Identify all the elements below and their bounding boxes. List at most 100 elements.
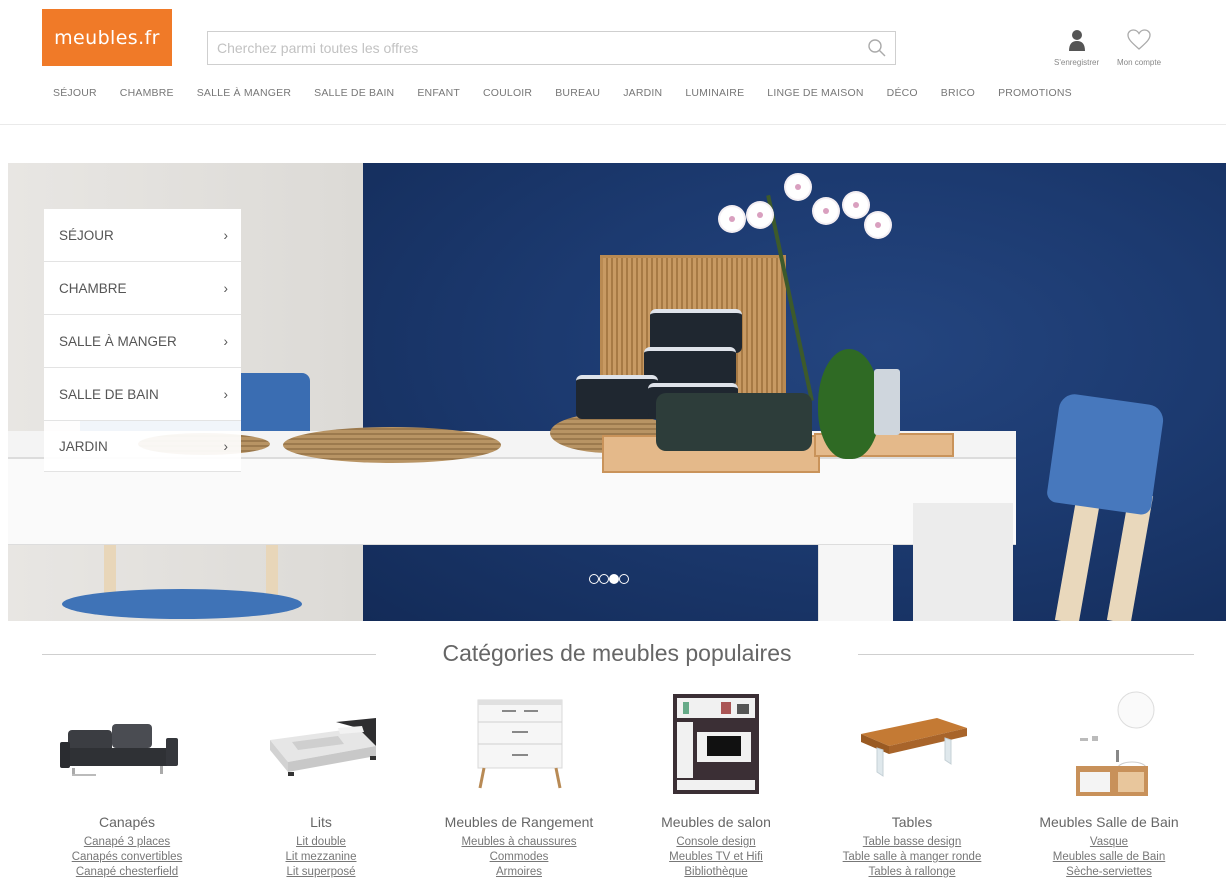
hero-chair-back <box>1045 392 1166 516</box>
category-link[interactable]: Meubles à chaussures <box>424 835 614 850</box>
category-link[interactable]: Lit mezzanine <box>226 850 416 865</box>
hero-placemat <box>283 427 501 463</box>
category-meubles-de-rangement: Meubles de Rangement Meubles à chaussure… <box>424 688 614 880</box>
nav-item-salle-de-bain[interactable]: SALLE DE BAIN <box>314 87 394 99</box>
category-name: Meubles de salon <box>661 814 771 830</box>
category-lits: Lits Lit double Lit mezzanine Lit superp… <box>226 688 416 880</box>
nav-item-bureau[interactable]: BUREAU <box>555 87 600 99</box>
nav-item-luminaire[interactable]: LUMINAIRE <box>685 87 744 99</box>
category-link[interactable]: Lit double <box>226 835 416 850</box>
hero-menu-label: CHAMBRE <box>59 280 127 296</box>
tv-unit-image[interactable] <box>621 688 811 798</box>
category-link[interactable]: Meubles TV et Hifi <box>621 850 811 865</box>
hero-menu-item-chambre[interactable]: CHAMBRE › <box>44 262 241 315</box>
carousel-dot[interactable] <box>589 574 599 584</box>
category-link[interactable]: Console design <box>621 835 811 850</box>
carousel-dots <box>589 574 629 584</box>
bed-icon <box>270 718 376 776</box>
carousel-dot[interactable] <box>599 574 609 584</box>
category-name: Tables <box>891 814 933 830</box>
hero-menu-item-jardin[interactable]: JARDIN › <box>44 421 241 472</box>
bathroom-icon <box>1076 691 1155 796</box>
hero-menu-item-salle-a-manger[interactable]: SALLE À MANGER › <box>44 315 241 368</box>
hero-orchid-flower <box>814 199 838 223</box>
category-name: Meubles de Rangement <box>444 814 594 830</box>
category-name: Canapés <box>98 814 156 830</box>
nav-item-brico[interactable]: BRICO <box>941 87 975 99</box>
nav-item-enfant[interactable]: ENFANT <box>417 87 460 99</box>
nav-item-salle-a-manger[interactable]: SALLE À MANGER <box>197 87 291 99</box>
hero-menu-item-sejour[interactable]: SÉJOUR › <box>44 209 241 262</box>
hero-orchid-flower <box>748 203 772 227</box>
search-input[interactable] <box>208 32 848 64</box>
category-link[interactable]: Tables à rallonge <box>817 865 1007 880</box>
categories-title: Catégories de meubles populaires <box>442 640 792 666</box>
dresser-icon <box>477 699 563 789</box>
category-link[interactable]: Meubles salle de Bain <box>1014 850 1204 865</box>
category-name: Meubles Salle de Bain <box>1039 814 1179 830</box>
account-link[interactable]: Mon compte <box>1117 29 1161 67</box>
coffee-table-image[interactable] <box>817 688 1007 798</box>
hero-table-leg <box>913 503 1013 621</box>
nav-item-deco[interactable]: DÉCO <box>887 87 918 99</box>
category-link[interactable]: Table basse design <box>817 835 1007 850</box>
bed-image[interactable] <box>226 688 416 798</box>
coffee-table-icon <box>861 718 967 777</box>
chevron-right-icon: › <box>223 386 229 402</box>
tv-unit-icon <box>673 694 759 794</box>
hero-orchid-flower <box>844 193 868 217</box>
search-icon <box>868 39 886 57</box>
bathroom-image[interactable] <box>1014 688 1204 798</box>
sofa-image[interactable] <box>32 688 222 798</box>
hero-napkin <box>656 393 812 451</box>
hero-bowl <box>576 375 658 419</box>
category-meubles-salle-de-bain: Meubles Salle de Bain Vasque Meubles sal… <box>1014 688 1204 880</box>
category-tables: Tables Table basse design Table salle à … <box>817 688 1007 880</box>
nav-item-chambre[interactable]: CHAMBRE <box>120 87 174 99</box>
category-link[interactable]: Lit superposé <box>226 865 416 880</box>
hero-menu-item-salle-de-bain[interactable]: SALLE DE BAIN › <box>44 368 241 421</box>
chevron-right-icon: › <box>223 438 229 454</box>
sofa-icon <box>60 724 178 776</box>
nav-item-sejour[interactable]: SÉJOUR <box>53 87 97 99</box>
category-link[interactable]: Sèche-serviettes <box>1014 865 1204 880</box>
dresser-image[interactable] <box>424 688 614 798</box>
user-icon <box>1068 30 1085 51</box>
category-link[interactable]: Canapé chesterfield <box>32 865 222 880</box>
divider <box>42 654 376 655</box>
register-label: S'enregistrer <box>1054 58 1100 67</box>
chevron-right-icon: › <box>223 227 229 243</box>
category-meubles-de-salon: Meubles de salon Console design Meubles … <box>621 688 811 880</box>
category-link[interactable]: Armoires <box>424 865 614 880</box>
header-divider <box>0 124 1226 125</box>
register-link[interactable]: S'enregistrer <box>1054 29 1099 67</box>
nav-item-linge-de-maison[interactable]: LINGE DE MAISON <box>767 87 863 99</box>
hero-banner[interactable]: SÉJOUR › CHAMBRE › SALLE À MANGER › SALL… <box>8 163 1226 621</box>
hero-chair-seat <box>62 589 302 619</box>
carousel-dot[interactable] <box>619 574 629 584</box>
hero-menu-label: JARDIN <box>59 438 108 454</box>
category-link[interactable]: Vasque <box>1014 835 1204 850</box>
category-link[interactable]: Bibliothèque <box>621 865 811 880</box>
hero-orchid-flower <box>866 213 890 237</box>
nav-item-promotions[interactable]: PROMOTIONS <box>998 87 1072 99</box>
category-link[interactable]: Canapé 3 places <box>32 835 222 850</box>
category-canapes: Canapés Canapé 3 places Canapés converti… <box>32 688 222 880</box>
nav-item-couloir[interactable]: COULOIR <box>483 87 532 99</box>
nav-item-jardin[interactable]: JARDIN <box>623 87 662 99</box>
hero-menu-label: SÉJOUR <box>59 227 114 243</box>
hero-orchid-leaf <box>818 349 880 459</box>
chevron-right-icon: › <box>223 333 229 349</box>
hero-table-leg <box>818 545 893 621</box>
category-name: Lits <box>310 814 332 830</box>
site-logo[interactable]: meubles.fr <box>42 9 172 66</box>
search-button[interactable] <box>865 36 889 60</box>
category-link[interactable]: Canapés convertibles <box>32 850 222 865</box>
category-link[interactable]: Table salle à manger ronde <box>817 850 1007 865</box>
carousel-dot-active[interactable] <box>609 574 619 584</box>
search-bar <box>207 31 896 65</box>
divider <box>858 654 1194 655</box>
hero-orchid-flower <box>720 207 744 231</box>
category-link[interactable]: Commodes <box>424 850 614 865</box>
heart-icon <box>1127 29 1151 50</box>
